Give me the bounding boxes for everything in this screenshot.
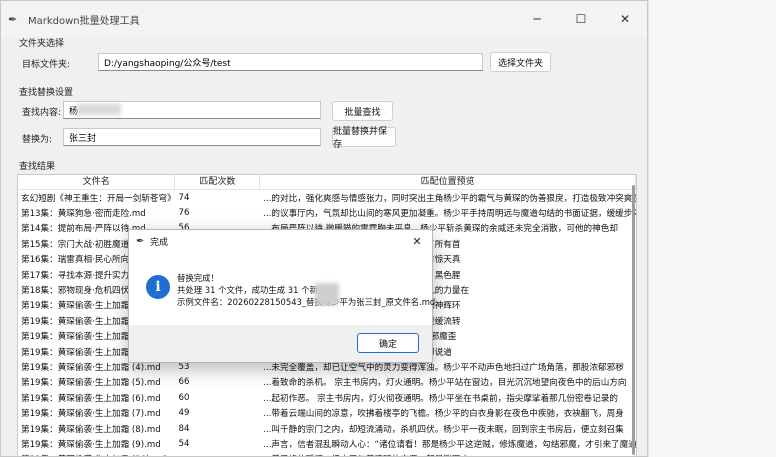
choose-folder-button[interactable]: 选择文件夹	[490, 52, 551, 72]
dialog-message-example: 示例文件名：20260228150543_替换杨少平为张三封_原文件名.md	[177, 297, 436, 307]
cell-filename: 第19集：黄琛偷袭·生上加霜 (8).md	[21, 424, 161, 435]
feather-icon: ✒	[8, 12, 18, 26]
batch-replace-save-button[interactable]: 批量替换并保存	[332, 127, 396, 150]
redaction-blur	[77, 104, 121, 115]
dialog-message-title: 替换完成！	[177, 273, 219, 283]
dialog-message-summary: 共处理 31 个文件，成功生成 31 个新文件	[177, 285, 335, 295]
close-button[interactable]: ✕	[603, 1, 647, 37]
minimize-button[interactable]: ─	[515, 1, 559, 37]
table-row[interactable]: 第19集：黄琛偷袭·生上加霜 (5).md 66 ...着致命的杀机。 宗主书房内，…	[18, 375, 636, 390]
maximize-button[interactable]: ☐	[559, 1, 603, 37]
replace-section-label: 查找替换设置	[19, 88, 74, 98]
folder-section-label: 文件夹选择	[19, 39, 65, 49]
cell-preview: ...起初作恶。 宗主书房内，灯火彻夜通明。杨少平坐在书桌前，指尖摩挲着那几份密…	[263, 393, 618, 404]
table-row[interactable]: 第19集：黄琛偷袭·生上加霜 (10).md ...着黑袍的瞬间，杨少平与苏清瑶的…	[18, 452, 636, 456]
cell-match-count: 60	[178, 392, 190, 403]
replace-input[interactable]	[63, 128, 321, 146]
column-header-preview[interactable]: 匹配位置预览	[260, 175, 636, 189]
table-row[interactable]: 第19集：黄琛偷袭·生上加霜 (8).md 84 ...叫千静的宗门之内，却短流涌动…	[18, 421, 636, 436]
background-side-panel	[648, 0, 776, 457]
table-header: 文件名 匹配次数 匹配位置预览	[18, 175, 636, 190]
cell-preview: ...叫千静的宗门之内，却短流涌动，杀机四伏。杨少平一夜未眠，回到宗主书房后，便…	[263, 424, 624, 435]
ok-button[interactable]: 确定	[357, 333, 419, 353]
cell-preview: ...着致命的杀机。 宗主书房内，灯火通明。杨少平站在窗边，目光沉沉地望向夜色中…	[263, 378, 627, 389]
cell-match-count: 54	[178, 438, 190, 449]
cell-preview: ...声言，信者混乱瞬动人心：“诸位请看！那是杨少平这逆贼，修炼魔道，勾结邪魔，…	[263, 439, 637, 450]
cell-filename: 第19集：黄琛偷袭·生上加霜 (10).md	[18, 453, 176, 456]
cell-filename: 第13集：黄琛狗急·密而走险.md	[21, 209, 146, 220]
folder-path-input[interactable]	[98, 53, 483, 71]
cell-match-count: 53	[178, 361, 190, 372]
column-header-filename[interactable]: 文件名	[18, 175, 176, 189]
cell-match-count: 84	[178, 423, 190, 434]
cell-match-count: 74	[178, 192, 190, 203]
feather-icon: ✒	[136, 236, 145, 247]
target-folder-label: 目标文件夹:	[22, 60, 71, 70]
cell-match-count: 49	[178, 408, 190, 419]
table-row[interactable]: 第19集：黄琛偷袭·生上加霜 (7).md 49 ...带着云端山间的凉意，吹拂着楼…	[18, 405, 636, 420]
dialog-footer: 确定	[129, 325, 432, 362]
cell-match-count: 66	[178, 377, 190, 388]
batch-find-button[interactable]: 批量查找	[332, 101, 393, 121]
cell-preview: ...带着云端山间的凉意，吹拂着楼亭的飞檐。杨少平的白衣身影在夜色中疾驰，衣袂翻…	[263, 409, 624, 420]
results-section-label: 查找结果	[19, 162, 56, 172]
table-scrollbar[interactable]	[632, 185, 635, 455]
replace-label: 替换为:	[22, 135, 53, 145]
info-icon: i	[146, 275, 170, 299]
completion-dialog: ✒ 完成 ✕ i 替换完成！ 共处理 31 个文件，成功生成 31 个新文件 示…	[128, 229, 436, 363]
table-row[interactable]: 玄幻短剧《神王重生：开局一剑斩苍穹》 74 ...的对比，强化爽感与情感张力，同时突…	[18, 190, 636, 205]
dialog-close-button[interactable]: ✕	[402, 235, 432, 248]
window-controls: ─ ☐ ✕	[515, 1, 647, 37]
cell-preview: ...的对比，强化爽感与情感张力，同时突出主角杨少平的霸气与黄琛的伪善狠戾，打造…	[263, 193, 637, 204]
cell-preview: ...的议事厅内，气氛却比山间的寒风更加凝重。杨少平手持周明远与魔道勾结的书面证…	[263, 209, 637, 220]
column-header-match-count[interactable]: 匹配次数	[175, 175, 261, 189]
redaction-blur	[315, 283, 339, 305]
dialog-body: i 替换完成！ 共处理 31 个文件，成功生成 31 个新文件 示例文件名：20…	[129, 253, 436, 325]
table-row[interactable]: 第19集：黄琛偷袭·生上加霜 (9).md 54 ...声言，信者混乱瞬动人心：“诸…	[18, 436, 636, 451]
dialog-title: 完成	[150, 238, 169, 248]
title-bar[interactable]: ✒ Markdown批量处理工具 ─ ☐ ✕	[1, 1, 647, 37]
cell-filename: 第19集：黄琛偷袭·生上加霜 (7).md	[21, 409, 161, 420]
cell-match-count: 76	[178, 208, 190, 219]
table-row[interactable]: 第19集：黄琛偷袭·生上加霜 (6).md 60 ...起初作恶。 宗主书房内，灯火…	[18, 390, 636, 405]
window-title: Markdown批量处理工具	[28, 15, 140, 27]
cell-preview: ...着黑袍的瞬间，杨少平与苏清瑶的交汇一起暴涨不止	[260, 453, 636, 456]
cell-filename: 第19集：黄琛偷袭·生上加霜 (6).md	[21, 393, 161, 404]
cell-filename: 玄幻短剧《神王重生：开局一剑斩苍穹》	[21, 193, 176, 204]
table-row[interactable]: 第13集：黄琛狗急·密而走险.md 76 ...的议事厅内，气氛却比山间的寒风更加凝…	[18, 205, 636, 220]
find-label: 查找内容:	[22, 108, 62, 118]
cell-filename: 第19集：黄琛偷袭·生上加霜 (9).md	[21, 439, 161, 450]
dialog-title-bar[interactable]: ✒ 完成 ✕	[129, 230, 432, 253]
cell-filename: 第19集：黄琛偷袭·生上加霜 (5).md	[21, 378, 161, 389]
